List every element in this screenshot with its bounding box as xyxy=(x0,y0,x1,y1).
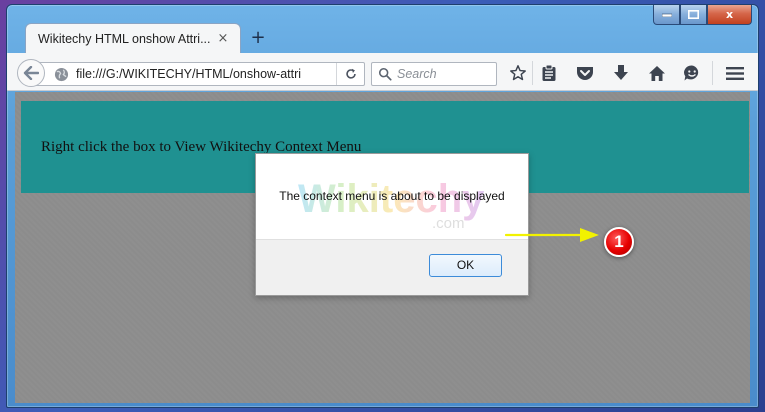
tab-title: Wikitechy HTML onshow Attri... xyxy=(38,31,211,46)
tab-active[interactable]: Wikitechy HTML onshow Attri... × xyxy=(25,23,241,53)
bookmark-star-icon[interactable] xyxy=(507,63,529,83)
toolbar-separator xyxy=(532,61,533,85)
page-content: Right click the box to View Wikitechy Co… xyxy=(15,92,750,403)
dialog-message: The context menu is about to be displaye… xyxy=(279,189,505,203)
window-controls: x xyxy=(653,5,752,25)
home-icon[interactable] xyxy=(646,63,668,83)
globe-icon xyxy=(54,66,70,82)
url-bar[interactable]: file:///G:/WIKITECHY/HTML/onshow-attri xyxy=(31,62,365,86)
callout-badge: 1 xyxy=(604,227,634,257)
annotation-arrow xyxy=(504,228,599,242)
minimize-icon xyxy=(661,13,672,17)
reading-list-icon[interactable] xyxy=(538,63,560,83)
new-tab-button[interactable]: + xyxy=(247,27,269,49)
ok-button[interactable]: OK xyxy=(429,254,502,277)
search-placeholder: Search xyxy=(397,67,437,81)
url-text: file:///G:/WIKITECHY/HTML/onshow-attri xyxy=(76,67,302,81)
hello-chat-icon[interactable] xyxy=(681,63,703,83)
dialog-footer: OK xyxy=(256,239,528,295)
back-arrow-icon xyxy=(23,66,39,80)
search-icon xyxy=(378,67,392,81)
close-icon: x xyxy=(725,8,734,21)
toolbar-separator xyxy=(712,61,713,85)
search-input[interactable]: Search xyxy=(371,62,497,86)
minimize-button[interactable] xyxy=(653,5,680,25)
svg-text:.com: .com xyxy=(432,215,465,229)
menu-hamburger-icon[interactable] xyxy=(724,63,746,83)
maximize-button[interactable] xyxy=(680,5,707,25)
navigation-toolbar: file:///G:/WIKITECHY/HTML/onshow-attri S… xyxy=(7,53,758,91)
download-icon[interactable] xyxy=(610,63,632,83)
back-button[interactable] xyxy=(17,59,45,87)
maximize-icon xyxy=(688,10,699,19)
close-window-button[interactable]: x xyxy=(707,5,752,25)
tab-close-icon[interactable]: × xyxy=(216,31,230,46)
pocket-icon[interactable] xyxy=(574,63,596,83)
dialog-body: Wikitechy .com The context menu is about… xyxy=(256,154,528,239)
reload-icon[interactable] xyxy=(336,63,364,85)
browser-window: x Wikitechy HTML onshow Attri... × + fil… xyxy=(6,4,759,408)
alert-dialog: Wikitechy .com The context menu is about… xyxy=(255,153,529,296)
